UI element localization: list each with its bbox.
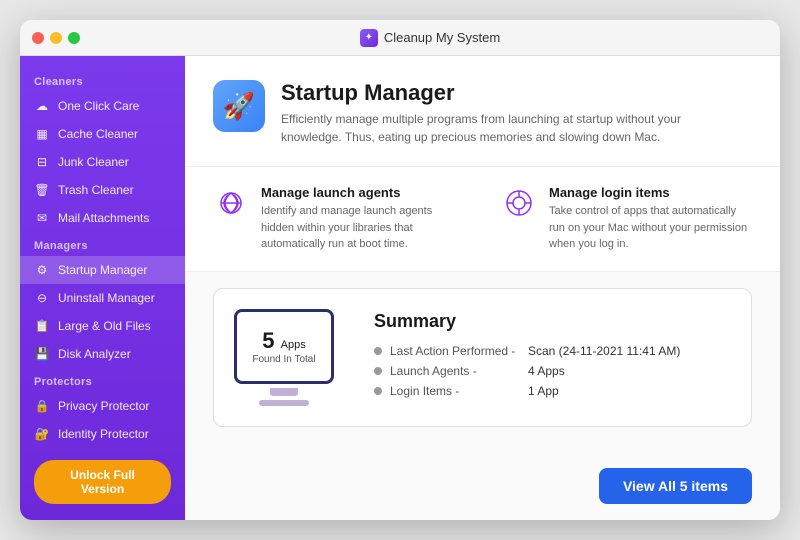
- sidebar-section-managers: Managers ⚙ Startup Manager ⊖ Uninstall M…: [20, 232, 185, 368]
- feature-desc: Take control of apps that automatically …: [549, 203, 749, 253]
- sidebar-item-label: Cache Cleaner: [58, 127, 138, 141]
- sidebar-item-privacy-protector[interactable]: 🔒 Privacy Protector: [20, 392, 185, 420]
- feature-desc: Identify and manage launch agents hidden…: [261, 203, 461, 253]
- sidebar: Cleaners ☁ One Click Care ▦ Cache Cleane…: [20, 56, 185, 520]
- sidebar-item-label: Startup Manager: [58, 263, 147, 277]
- summary-area: 5 Apps Found In Total Summary Last Actio…: [185, 272, 780, 521]
- maximize-button[interactable]: [68, 32, 80, 44]
- launch-agents-icon: [213, 185, 249, 221]
- sidebar-item-label: Trash Cleaner: [58, 183, 134, 197]
- feature-title: Manage login items: [549, 185, 749, 200]
- summary-row-launch-agents: Launch Agents - 4 Apps: [374, 364, 680, 378]
- sidebar-item-label: Mail Attachments: [58, 211, 149, 225]
- identity-protector-icon: 🔐: [34, 426, 50, 442]
- privacy-protector-icon: 🔒: [34, 398, 50, 414]
- sidebar-item-identity-protector[interactable]: 🔐 Identity Protector: [20, 420, 185, 448]
- launch-agents-value: 4 Apps: [528, 364, 565, 378]
- login-items-label: Login Items -: [390, 384, 520, 398]
- sidebar-bottom: Unlock Full Version: [20, 448, 185, 516]
- sidebar-item-label: Privacy Protector: [58, 399, 149, 413]
- sidebar-item-label: Disk Analyzer: [58, 347, 131, 361]
- feature-text-launch-agents: Manage launch agents Identify and manage…: [261, 185, 461, 253]
- monitor-stand: [270, 388, 298, 396]
- minimize-button[interactable]: [50, 32, 62, 44]
- close-button[interactable]: [32, 32, 44, 44]
- main-content: 🚀 Startup Manager Efficiently manage mul…: [185, 56, 780, 520]
- sidebar-section-cleaners: Cleaners ☁ One Click Care ▦ Cache Cleane…: [20, 68, 185, 232]
- login-items-icon: [501, 185, 537, 221]
- unlock-full-version-button[interactable]: Unlock Full Version: [34, 460, 171, 504]
- summary-details: Summary Last Action Performed - Scan (24…: [374, 311, 680, 404]
- sidebar-item-label: Large & Old Files: [58, 319, 151, 333]
- monitor-screen: 5 Apps Found In Total: [234, 309, 334, 384]
- cache-cleaner-icon: ▦: [34, 126, 50, 142]
- view-all-section: View All 5 items: [213, 456, 752, 504]
- sidebar-item-label: Identity Protector: [58, 427, 149, 441]
- app-window: ✦ Cleanup My System Cleaners ☁ One Click…: [20, 20, 780, 520]
- bullet-icon: [374, 347, 382, 355]
- header-text: Startup Manager Efficiently manage multi…: [281, 80, 721, 146]
- app-title: Cleanup My System: [384, 30, 500, 45]
- monitor-graphic: 5 Apps Found In Total: [234, 309, 334, 406]
- app-title-icon: ✦: [360, 29, 378, 47]
- content-area: Cleaners ☁ One Click Care ▦ Cache Cleane…: [20, 56, 780, 520]
- mail-icon: ✉: [34, 210, 50, 226]
- feature-title: Manage launch agents: [261, 185, 461, 200]
- disk-analyzer-icon: 💾: [34, 346, 50, 362]
- sidebar-item-startup-manager[interactable]: ⚙ Startup Manager: [20, 256, 185, 284]
- bullet-icon: [374, 367, 382, 375]
- sidebar-item-one-click-care[interactable]: ☁ One Click Care: [20, 92, 185, 120]
- title-bar: ✦ Cleanup My System: [20, 20, 780, 56]
- sidebar-section-label-cleaners: Cleaners: [20, 68, 185, 92]
- sidebar-section-label-managers: Managers: [20, 232, 185, 256]
- uninstall-manager-icon: ⊖: [34, 290, 50, 306]
- main-header: 🚀 Startup Manager Efficiently manage mul…: [185, 56, 780, 167]
- sidebar-item-trash-cleaner[interactable]: 🗑 Trash Cleaner: [20, 176, 185, 204]
- summary-row-last-action: Last Action Performed - Scan (24-11-2021…: [374, 344, 680, 358]
- sidebar-section-label-protectors: Protectors: [20, 368, 185, 392]
- junk-cleaner-icon: ⊟: [34, 154, 50, 170]
- traffic-lights: [32, 32, 80, 44]
- view-all-button[interactable]: View All 5 items: [599, 468, 752, 504]
- apps-count: 5 Apps: [262, 328, 305, 354]
- bullet-icon: [374, 387, 382, 395]
- large-old-files-icon: 📋: [34, 318, 50, 334]
- summary-card: 5 Apps Found In Total Summary Last Actio…: [213, 288, 752, 427]
- last-action-label: Last Action Performed -: [390, 344, 520, 358]
- feature-launch-agents: Manage launch agents Identify and manage…: [213, 185, 461, 253]
- startup-manager-icon: ⚙: [34, 262, 50, 278]
- sidebar-item-label: One Click Care: [58, 99, 139, 113]
- monitor-base: [259, 400, 309, 406]
- sidebar-item-label: Uninstall Manager: [58, 291, 155, 305]
- sidebar-item-mail-attachments[interactable]: ✉ Mail Attachments: [20, 204, 185, 232]
- login-items-value: 1 App: [528, 384, 559, 398]
- launch-agents-label: Launch Agents -: [390, 364, 520, 378]
- feature-login-items: Manage login items Take control of apps …: [501, 185, 749, 253]
- one-click-care-icon: ☁: [34, 98, 50, 114]
- sidebar-item-disk-analyzer[interactable]: 💾 Disk Analyzer: [20, 340, 185, 368]
- apps-sub-label: Found In Total: [252, 354, 315, 365]
- features-section: Manage launch agents Identify and manage…: [185, 167, 780, 272]
- sidebar-section-protectors: Protectors 🔒 Privacy Protector 🔐 Identit…: [20, 368, 185, 448]
- sidebar-item-cache-cleaner[interactable]: ▦ Cache Cleaner: [20, 120, 185, 148]
- title-bar-center: ✦ Cleanup My System: [92, 29, 768, 47]
- summary-title: Summary: [374, 311, 680, 332]
- sidebar-item-junk-cleaner[interactable]: ⊟ Junk Cleaner: [20, 148, 185, 176]
- last-action-value: Scan (24-11-2021 11:41 AM): [528, 344, 680, 358]
- feature-text-login-items: Manage login items Take control of apps …: [549, 185, 749, 253]
- page-title: Startup Manager: [281, 80, 721, 106]
- trash-cleaner-icon: 🗑: [34, 182, 50, 198]
- sidebar-item-label: Junk Cleaner: [58, 155, 129, 169]
- startup-manager-app-icon: 🚀: [213, 80, 265, 132]
- sidebar-item-large-old-files[interactable]: 📋 Large & Old Files: [20, 312, 185, 340]
- summary-row-login-items: Login Items - 1 App: [374, 384, 680, 398]
- page-description: Efficiently manage multiple programs fro…: [281, 110, 721, 146]
- sidebar-item-uninstall-manager[interactable]: ⊖ Uninstall Manager: [20, 284, 185, 312]
